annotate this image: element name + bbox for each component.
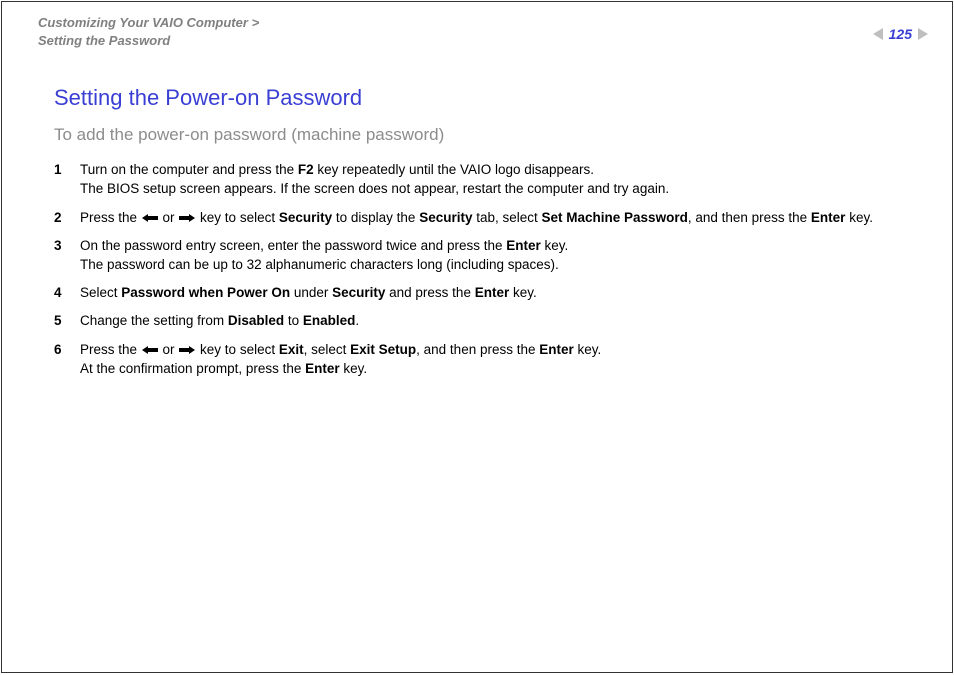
step-body: Select Password when Power On under Secu… (80, 284, 916, 302)
text: key repeatedly until the VAIO logo disap… (314, 162, 594, 177)
prev-page-icon[interactable] (873, 28, 883, 40)
text: , select (304, 342, 351, 357)
step-number: 1 (54, 161, 80, 198)
text: to (284, 313, 303, 328)
breadcrumb-level-2: Setting the Password (38, 33, 170, 48)
text: . (355, 313, 359, 328)
step-body: Press the or key to select Exit, select … (80, 341, 916, 378)
bold-key: Enter (539, 342, 574, 357)
text: key to select (196, 342, 279, 357)
next-page-icon[interactable] (918, 28, 928, 40)
text: Change the setting from (80, 313, 228, 328)
step-2: 2 Press the or key to select Security to… (54, 209, 916, 227)
text: or (159, 342, 179, 357)
breadcrumb-caret: > (252, 15, 260, 30)
bold-key: Enter (506, 238, 541, 253)
bold-term: Enabled (303, 313, 356, 328)
text: key. (574, 342, 602, 357)
bold-term: Security (419, 210, 472, 225)
left-arrow-icon (142, 213, 158, 223)
breadcrumb-level-1: Customizing Your VAIO Computer (38, 15, 248, 30)
text: key. (845, 210, 873, 225)
text: On the password entry screen, enter the … (80, 238, 506, 253)
left-arrow-icon (142, 345, 158, 355)
step-number: 5 (54, 312, 80, 330)
step-4: 4 Select Password when Power On under Se… (54, 284, 916, 302)
bold-term: Set Machine Password (542, 210, 688, 225)
breadcrumb: Customizing Your VAIO Computer > Setting… (38, 14, 259, 49)
document-page: Customizing Your VAIO Computer > Setting… (1, 1, 953, 673)
text: The password can be up to 32 alphanumeri… (80, 256, 916, 274)
bold-term: Security (332, 285, 385, 300)
step-number: 6 (54, 341, 80, 378)
page-header: Customizing Your VAIO Computer > Setting… (2, 2, 952, 49)
text: to display the (332, 210, 419, 225)
step-1: 1 Turn on the computer and press the F2 … (54, 161, 916, 198)
bold-term: Security (279, 210, 332, 225)
step-body: On the password entry screen, enter the … (80, 237, 916, 274)
bold-term: Exit (279, 342, 304, 357)
right-arrow-icon (179, 345, 195, 355)
text: , and then press the (416, 342, 539, 357)
bold-term: Exit Setup (350, 342, 416, 357)
bold-key: Enter (475, 285, 510, 300)
text: key. (541, 238, 569, 253)
text: , and then press the (688, 210, 811, 225)
step-body: Press the or key to select Security to d… (80, 209, 916, 227)
page-title: Setting the Power-on Password (54, 85, 916, 111)
step-5: 5 Change the setting from Disabled to En… (54, 312, 916, 330)
text: under (290, 285, 332, 300)
text: Select (80, 285, 121, 300)
text: At the confirmation prompt, press the (80, 361, 305, 376)
page-subtitle: To add the power-on password (machine pa… (54, 125, 916, 145)
step-6: 6 Press the or key to select Exit, selec… (54, 341, 916, 378)
step-body: Turn on the computer and press the F2 ke… (80, 161, 916, 198)
text: key to select (196, 210, 279, 225)
bold-term: Password when Power On (121, 285, 290, 300)
bold-term: Disabled (228, 313, 284, 328)
page-number: 125 (889, 26, 912, 42)
text: tab, select (472, 210, 541, 225)
steps-list: 1 Turn on the computer and press the F2 … (54, 161, 916, 378)
bold-key: Enter (811, 210, 846, 225)
bold-key: Enter (305, 361, 340, 376)
step-number: 3 (54, 237, 80, 274)
page-navigation: 125 (873, 14, 928, 42)
text: or (159, 210, 179, 225)
step-3: 3 On the password entry screen, enter th… (54, 237, 916, 274)
text: The BIOS setup screen appears. If the sc… (80, 180, 916, 198)
page-content: Setting the Power-on Password To add the… (2, 49, 952, 378)
right-arrow-icon (179, 213, 195, 223)
text: Press the (80, 342, 141, 357)
text: key. (509, 285, 537, 300)
bold-key: F2 (298, 162, 314, 177)
step-number: 2 (54, 209, 80, 227)
text: At the confirmation prompt, press the En… (80, 360, 916, 378)
text: and press the (385, 285, 474, 300)
step-body: Change the setting from Disabled to Enab… (80, 312, 916, 330)
step-number: 4 (54, 284, 80, 302)
text: key. (340, 361, 368, 376)
text: Turn on the computer and press the (80, 162, 298, 177)
text: Press the (80, 210, 141, 225)
